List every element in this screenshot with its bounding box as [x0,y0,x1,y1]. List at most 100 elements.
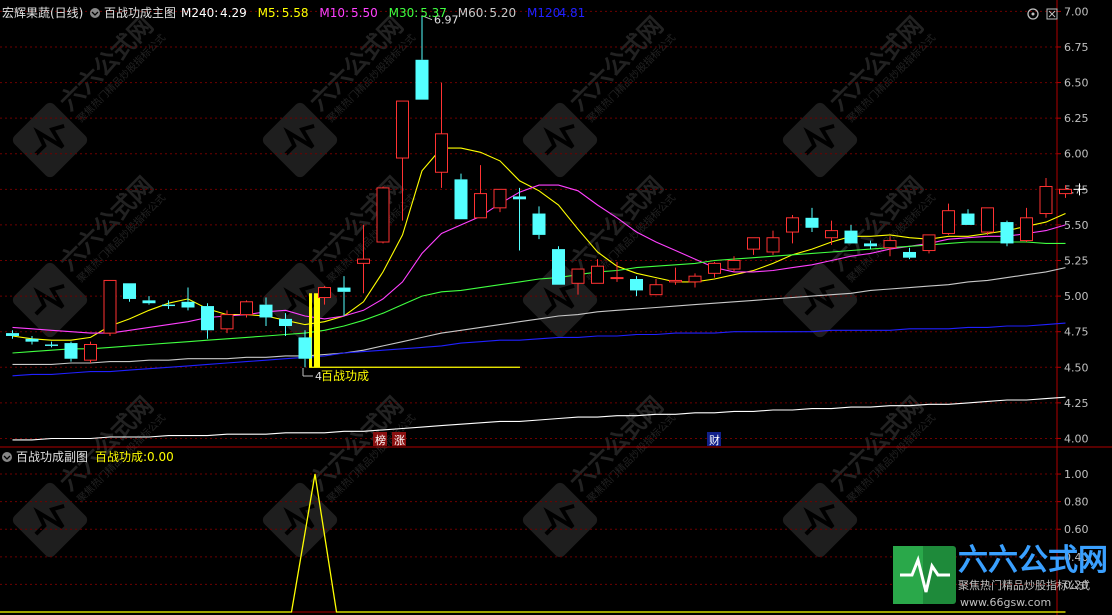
candle-body-down [181,301,195,308]
signal-label: 百战功成 [321,369,369,383]
candle[interactable] [376,186,390,244]
candle[interactable] [142,296,156,305]
sub-tick-label: 0.80 [1064,496,1089,509]
candle[interactable] [513,187,526,251]
candle[interactable] [181,287,195,311]
candle-body-up [493,188,507,209]
candle[interactable] [922,234,936,254]
stock-chart[interactable]: 六六公式网聚焦热门精品炒股指标公式 六六公式网聚焦热门精品炒股指标公式 六六公式网聚… [0,0,1112,615]
event-badges[interactable]: 榜 涨 财 [373,432,721,447]
candle[interactable] [532,206,546,240]
watermark-layer: 六六公式网聚焦热门精品炒股指标公式 六六公式网聚焦热门精品炒股指标公式 六六公式网聚… [12,11,938,558]
candle[interactable] [240,300,253,318]
badge-finance[interactable]: 财 [709,433,720,447]
candle[interactable] [1000,220,1014,247]
candle[interactable] [903,247,916,260]
ma-legend-label: M240: [181,6,218,20]
watermark-tile: 六六公式网聚焦热门精品炒股指标公式 [782,171,938,338]
candle-body-down [552,249,565,285]
sub-tick-label: 0.60 [1064,523,1089,536]
candle[interactable] [123,283,136,302]
badge-rank[interactable]: 榜 [375,433,386,447]
candle[interactable] [805,207,819,233]
candle-body-up [474,193,487,219]
watermark-tile: 六六公式网聚焦热门精品炒股指标公式 [262,391,418,558]
candle[interactable] [103,279,117,336]
candle-body-down [123,283,136,299]
candle-body-up [1020,217,1033,242]
ma-legend-label: M120 [527,6,560,20]
candle-body-down [162,304,175,307]
candle[interactable] [435,82,448,188]
candle-body-up [571,268,585,284]
candle-body-down [1000,222,1014,244]
candle-body-down [532,213,546,235]
price-tick-label: 4.75 [1064,326,1089,339]
price-tick-label: 4.25 [1064,397,1089,410]
candle[interactable] [630,276,643,297]
candle-body-down [630,279,643,291]
signal-marker[interactable] [309,293,520,368]
sub-tick-label: 1.00 [1064,468,1089,481]
price-tick-label: 6.75 [1064,41,1089,54]
ma-legend-value: 5.50 [351,6,378,20]
candle[interactable] [6,330,19,339]
candle-body-up [883,240,897,249]
candle[interactable] [337,276,351,317]
candle[interactable] [64,341,78,362]
candle-body-down [805,217,819,228]
main-indicator-name[interactable]: 百战功成主图 [104,6,176,20]
low-price-marker: 4 [302,368,322,383]
candle-body-up [727,260,741,270]
main-y-axis: 7.006.756.506.256.005.755.505.255.004.75… [1057,5,1089,445]
candle[interactable] [552,246,565,285]
candle-body-down [337,287,351,292]
price-tick-label: 6.25 [1064,112,1089,125]
candle[interactable] [708,261,721,278]
candle[interactable] [493,188,507,213]
sub-indicator-menu-button[interactable] [2,452,12,462]
ma-legend-value: 5.37 [420,6,447,20]
candle[interactable] [201,303,214,339]
price-tick-label: 5.00 [1064,290,1089,303]
candle[interactable] [786,214,799,244]
candle-body-down [259,304,273,318]
candle[interactable] [961,209,975,225]
indicator-menu-button[interactable] [90,8,100,18]
brand-name: 六六公式网 [958,543,1108,578]
candle[interactable] [454,173,468,220]
candle[interactable] [981,207,994,235]
candle[interactable] [84,341,97,364]
settings-button[interactable] [1027,8,1039,20]
candle[interactable] [45,341,58,348]
candle[interactable] [415,15,429,100]
candle[interactable] [649,279,663,296]
close-panel-button[interactable] [1046,8,1058,20]
panel-controls[interactable] [1027,8,1058,20]
watermark-tile: 六六公式网聚焦热门精品炒股指标公式 [782,391,938,558]
ma-legend-label: M60: [458,6,488,20]
ma-legend-label: M30: [389,6,419,20]
sub-panel-header: 百战功成副图 百战功成: 0.00 [2,450,174,464]
candle[interactable] [747,237,760,255]
candle[interactable] [1020,207,1033,243]
candle[interactable] [766,230,780,255]
candle[interactable] [942,203,955,235]
sub-indicator-name[interactable]: 百战功成副图 [16,450,88,464]
candle-body-up [396,100,409,159]
price-tick-label: 4.50 [1064,361,1089,374]
candle[interactable] [669,267,682,285]
candle[interactable] [688,273,702,288]
brand-slogan: 聚焦热门精品炒股指标公式 [958,578,1090,592]
candle[interactable] [474,165,487,219]
candle-body-up [649,284,663,296]
candle-body-down [64,343,78,359]
candle[interactable] [1039,177,1053,218]
watermark-tile: 六六公式网聚焦热门精品炒股指标公式 [12,171,168,338]
price-tick-label: 6.00 [1064,148,1089,161]
brand-url: www.66gsw.com [960,596,1051,609]
candle[interactable] [25,335,39,345]
price-tick-label: 5.25 [1064,255,1089,268]
candle-body-down [844,230,858,244]
badge-limit-up[interactable]: 涨 [394,434,405,447]
